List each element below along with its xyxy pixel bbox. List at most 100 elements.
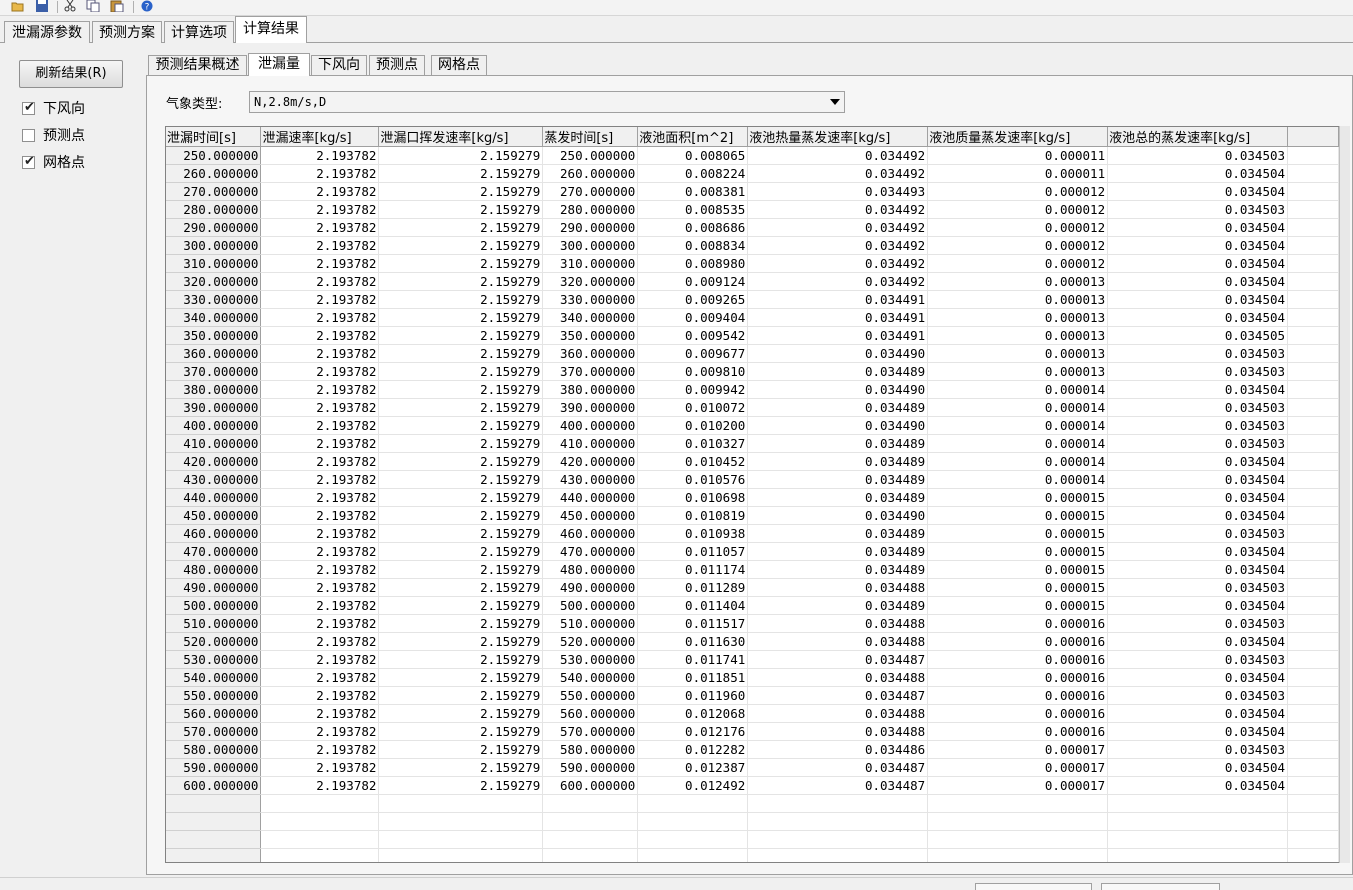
table-cell[interactable]: 0.000015 — [927, 524, 1109, 543]
table-row[interactable]: 300.000000 2.193782 2.159279 300.000000 0.00… — [166, 236, 1339, 255]
table-cell[interactable]: 0.034488 — [747, 722, 929, 741]
table-cell[interactable]: 2.193782 — [260, 416, 380, 435]
table-cell[interactable]: 0.034504 — [1107, 380, 1289, 399]
weather-type-select[interactable]: N,2.8m/s,D — [249, 91, 845, 113]
table-cell[interactable]: 530.000000 — [542, 650, 639, 669]
table-cell[interactable]: 2.193782 — [260, 668, 380, 687]
row-header-cell[interactable]: 330.000000 — [166, 290, 262, 309]
table-cell[interactable]: 0.034489 — [747, 596, 929, 615]
table-cell[interactable]: 2.193782 — [260, 272, 380, 291]
table-cell[interactable]: 0.000016 — [927, 650, 1109, 669]
table-cell[interactable]: 310.000000 — [542, 254, 639, 273]
table-cell[interactable]: 560.000000 — [542, 704, 639, 723]
table-cell[interactable]: 2.159279 — [378, 146, 544, 165]
table-cell[interactable]: 0.000017 — [927, 740, 1109, 759]
table-cell[interactable]: 0.009942 — [637, 380, 749, 399]
table-cell[interactable]: 2.193782 — [260, 704, 380, 723]
table-cell[interactable]: 2.159279 — [378, 596, 544, 615]
table-row[interactable]: 550.000000 2.193782 2.159279 550.000000 0.01… — [166, 686, 1339, 705]
table-cell[interactable]: 2.159279 — [378, 614, 544, 633]
table-row[interactable]: 560.000000 2.193782 2.159279 560.000000 0.01… — [166, 704, 1339, 723]
row-header-cell[interactable]: 290.000000 — [166, 218, 262, 237]
table-cell[interactable]: 0.008065 — [637, 146, 749, 165]
table-cell[interactable]: 460.000000 — [542, 524, 639, 543]
row-header-cell[interactable]: 380.000000 — [166, 380, 262, 399]
table-cell[interactable]: 0.009542 — [637, 326, 749, 345]
row-header-cell[interactable]: 580.000000 — [166, 740, 262, 759]
tab-calculation-results[interactable]: 计算结果 — [235, 16, 307, 43]
table-cell[interactable]: 0.034504 — [1107, 452, 1289, 471]
table-row[interactable]: 400.000000 2.193782 2.159279 400.000000 0.01… — [166, 416, 1339, 435]
table-cell[interactable]: 0.034503 — [1107, 362, 1289, 381]
table-cell[interactable]: 0.034504 — [1107, 272, 1289, 291]
table-cell[interactable]: 0.000012 — [927, 200, 1109, 219]
table-cell[interactable]: 0.034492 — [747, 236, 929, 255]
table-row[interactable]: 350.000000 2.193782 2.159279 350.000000 0.00… — [166, 326, 1339, 345]
row-header-cell[interactable]: 600.000000 — [166, 776, 262, 795]
table-row[interactable]: 270.000000 2.193782 2.159279 270.000000 0.00… — [166, 182, 1339, 201]
cut-icon[interactable] — [63, 0, 77, 12]
table-cell[interactable]: 0.034503 — [1107, 416, 1289, 435]
table-cell[interactable]: 0.034490 — [747, 416, 929, 435]
table-cell[interactable]: 2.159279 — [378, 326, 544, 345]
table-cell[interactable]: 2.193782 — [260, 542, 380, 561]
row-header-cell[interactable]: 410.000000 — [166, 434, 262, 453]
table-cell[interactable]: 2.193782 — [260, 200, 380, 219]
table-cell[interactable]: 0.000011 — [927, 164, 1109, 183]
table-cell[interactable]: 0.011517 — [637, 614, 749, 633]
table-cell[interactable]: 0.010327 — [637, 434, 749, 453]
table-cell[interactable]: 2.159279 — [378, 470, 544, 489]
table-cell[interactable]: 0.034492 — [747, 272, 929, 291]
table-cell[interactable]: 0.008381 — [637, 182, 749, 201]
table-cell[interactable]: 0.000016 — [927, 686, 1109, 705]
checkbox-box[interactable]: ✔ — [22, 100, 35, 115]
table-cell[interactable]: 0.034489 — [747, 362, 929, 381]
table-cell[interactable]: 2.193782 — [260, 236, 380, 255]
table-cell[interactable]: 470.000000 — [542, 542, 639, 561]
table-cell[interactable]: 0.012176 — [637, 722, 749, 741]
table-cell[interactable]: 0.011404 — [637, 596, 749, 615]
table-cell[interactable]: 0.000013 — [927, 326, 1109, 345]
table-row[interactable]: 330.000000 2.193782 2.159279 330.000000 0.00… — [166, 290, 1339, 309]
table-cell[interactable]: 2.193782 — [260, 146, 380, 165]
table-cell[interactable]: 0.034489 — [747, 542, 929, 561]
column-header[interactable]: 泄漏时间[s] — [166, 127, 262, 147]
table-cell[interactable]: 0.034487 — [747, 758, 929, 777]
table-cell[interactable]: 0.034488 — [747, 614, 929, 633]
column-header[interactable]: 蒸发时间[s] — [542, 127, 639, 147]
row-header-cell[interactable]: 350.000000 — [166, 326, 262, 345]
table-cell[interactable]: 2.159279 — [378, 290, 544, 309]
save-icon[interactable] — [35, 0, 49, 12]
table-cell[interactable]: 0.034487 — [747, 686, 929, 705]
table-row[interactable]: 570.000000 2.193782 2.159279 570.000000 0.01… — [166, 722, 1339, 741]
table-cell[interactable]: 0.010452 — [637, 452, 749, 471]
tab-results-overview[interactable]: 预测结果概述 — [148, 55, 247, 75]
table-row[interactable]: 360.000000 2.193782 2.159279 360.000000 0.00… — [166, 344, 1339, 363]
table-cell[interactable]: 0.000016 — [927, 722, 1109, 741]
table-cell[interactable]: 0.034489 — [747, 470, 929, 489]
table-cell[interactable]: 0.011960 — [637, 686, 749, 705]
table-cell[interactable]: 0.034487 — [747, 776, 929, 795]
row-header-cell[interactable]: 430.000000 — [166, 470, 262, 489]
table-cell[interactable]: 2.193782 — [260, 344, 380, 363]
table-cell[interactable]: 2.193782 — [260, 686, 380, 705]
table-cell[interactable]: 0.034503 — [1107, 650, 1289, 669]
table-cell[interactable]: 0.010576 — [637, 470, 749, 489]
table-cell[interactable]: 0.034493 — [747, 182, 929, 201]
table-cell[interactable]: 2.193782 — [260, 632, 380, 651]
table-row[interactable]: 440.000000 2.193782 2.159279 440.000000 0.01… — [166, 488, 1339, 507]
row-header-cell[interactable]: 280.000000 — [166, 200, 262, 219]
table-row[interactable]: 590.000000 2.193782 2.159279 590.000000 0.01… — [166, 758, 1339, 777]
row-header-cell[interactable]: 300.000000 — [166, 236, 262, 255]
row-header-cell[interactable]: 420.000000 — [166, 452, 262, 471]
table-cell[interactable]: 290.000000 — [542, 218, 639, 237]
table-cell[interactable]: 0.000014 — [927, 380, 1109, 399]
table-row[interactable]: 580.000000 2.193782 2.159279 580.000000 0.01… — [166, 740, 1339, 759]
table-cell[interactable]: 0.000016 — [927, 632, 1109, 651]
table-cell[interactable]: 0.034488 — [747, 632, 929, 651]
table-cell[interactable]: 0.034504 — [1107, 632, 1289, 651]
table-cell[interactable]: 0.000015 — [927, 596, 1109, 615]
tab-leak-amount[interactable]: 泄漏量 — [248, 53, 310, 76]
table-row[interactable]: 460.000000 2.193782 2.159279 460.000000 0.01… — [166, 524, 1339, 543]
row-header-cell[interactable]: 440.000000 — [166, 488, 262, 507]
